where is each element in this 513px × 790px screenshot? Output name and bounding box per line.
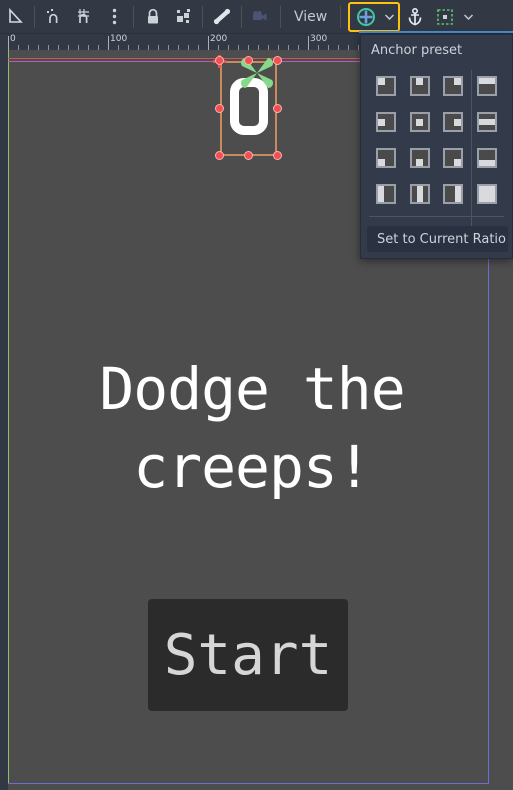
anchor-preset-popup: Anchor preset Set to Current Ratio [360, 34, 513, 259]
anchor-preset-center-left[interactable] [369, 104, 403, 140]
toolbar-separator [34, 5, 35, 28]
active-tool-underline [359, 31, 513, 33]
anchor-preset-full-rect[interactable] [470, 176, 504, 212]
lock-icon[interactable] [138, 2, 168, 32]
toolbar-separator [133, 5, 134, 28]
anchor-preset-left-wide-icon [375, 184, 396, 204]
anchor-preset-vcenter-wide[interactable] [403, 176, 437, 212]
anchor-preset-top-right[interactable] [437, 68, 471, 104]
anchor-tool-group [348, 1, 401, 32]
anchor-preset-bottom-center[interactable] [403, 140, 437, 176]
camera-override-icon[interactable] [246, 2, 276, 32]
anchor-preset-wide-top-icon [477, 76, 498, 96]
anchor-preset-top-left-icon [375, 76, 396, 96]
pivot-anchor-icon[interactable] [400, 2, 430, 32]
anchor-preset-wide-top[interactable] [470, 68, 504, 104]
grid-vertical-separator [471, 70, 472, 230]
anchor-preset-bottom-right[interactable] [437, 140, 471, 176]
y-axis-line [8, 50, 9, 783]
resize-handle-top-left[interactable] [215, 56, 224, 65]
start-button-label: Start [163, 622, 333, 688]
anchor-preset-wide-middle-icon [477, 112, 498, 132]
anchor-preset-top-center-icon [409, 76, 430, 96]
toolbar-separator [202, 5, 203, 28]
group-icon[interactable] [168, 2, 198, 32]
anchor-preset-wide-bottom-icon [477, 148, 498, 168]
vertical-ruler[interactable] [0, 50, 8, 790]
anchor-preset-center[interactable] [403, 104, 437, 140]
viewport-bounds-bottom [8, 783, 489, 784]
ruler-label: 0 [10, 34, 16, 44]
selection-options-chevron-down-icon[interactable] [460, 2, 476, 32]
anchor-preset-top-left[interactable] [369, 68, 403, 104]
resize-handle-top-right[interactable] [273, 56, 282, 65]
ruler-label: 100 [110, 34, 128, 44]
anchor-mode-icon[interactable] [351, 2, 381, 32]
set-to-current-ratio-button[interactable]: Set to Current Ratio [367, 226, 508, 252]
anchor-preset-grid [361, 64, 512, 230]
canvas-item-toolbar: View [0, 0, 513, 34]
anchor-preset-right-wide[interactable] [437, 176, 471, 212]
anchor-preset-row [369, 104, 504, 140]
ruler-label: 200 [210, 34, 228, 44]
anchor-preset-bottom-center-icon [409, 148, 430, 168]
resize-handle-bottom-right[interactable] [273, 151, 282, 160]
anchor-preset-center-right-icon [443, 112, 464, 132]
start-button[interactable]: Start [148, 599, 348, 711]
anchor-preset-center-right[interactable] [437, 104, 471, 140]
anchor-preset-row [369, 140, 504, 176]
resize-handle-bottom-center[interactable] [244, 151, 253, 160]
anchor-preset-wide-bottom[interactable] [470, 140, 504, 176]
view-menu-button[interactable]: View [285, 2, 336, 32]
toolbar-separator [340, 5, 342, 28]
anchor-preset-chevron-down-icon[interactable] [381, 2, 397, 32]
anchor-preset-bottom-left-icon [375, 148, 396, 168]
select-mode-icon[interactable] [0, 2, 30, 32]
anchor-preset-bottom-left[interactable] [369, 140, 403, 176]
toolbar-separator [280, 5, 281, 28]
ruler-label: 300 [310, 34, 328, 44]
snap-mode-icon[interactable] [39, 2, 69, 32]
anchor-preset-top-right-icon [443, 76, 464, 96]
grid-snap-icon[interactable] [69, 2, 99, 32]
anchor-preset-vcenter-wide-icon [409, 184, 430, 204]
anchor-preset-top-center[interactable] [403, 68, 437, 104]
anchor-preset-bottom-right-icon [443, 148, 464, 168]
anchor-preset-full-rect-icon [477, 184, 498, 204]
anchor-preset-wide-middle[interactable] [470, 104, 504, 140]
anchor-preset-right-wide-icon [443, 184, 464, 204]
godot-2d-editor-viewport: View 0 100 200 300 Dodge the creeps! Sta… [0, 0, 513, 790]
anchor-preset-row [369, 176, 504, 212]
popup-horizontal-separator [369, 216, 504, 217]
resize-handle-middle-right[interactable] [273, 104, 282, 113]
anchor-preset-title: Anchor preset [371, 43, 463, 58]
resize-handle-bottom-left[interactable] [215, 151, 224, 160]
resize-handle-middle-left[interactable] [215, 104, 224, 113]
anchor-preset-left-wide[interactable] [369, 176, 403, 212]
game-title-label: Dodge the creeps! [99, 355, 405, 501]
resize-handle-top-center[interactable] [244, 56, 253, 65]
selection-rect-icon[interactable] [430, 2, 460, 32]
toolbar-separator [241, 5, 242, 28]
bone-icon[interactable] [207, 2, 237, 32]
anchor-preset-center-left-icon [375, 112, 396, 132]
snap-options-menu-icon[interactable] [99, 2, 129, 32]
anchor-preset-row [369, 68, 504, 104]
anchor-preset-center-icon [409, 112, 430, 132]
